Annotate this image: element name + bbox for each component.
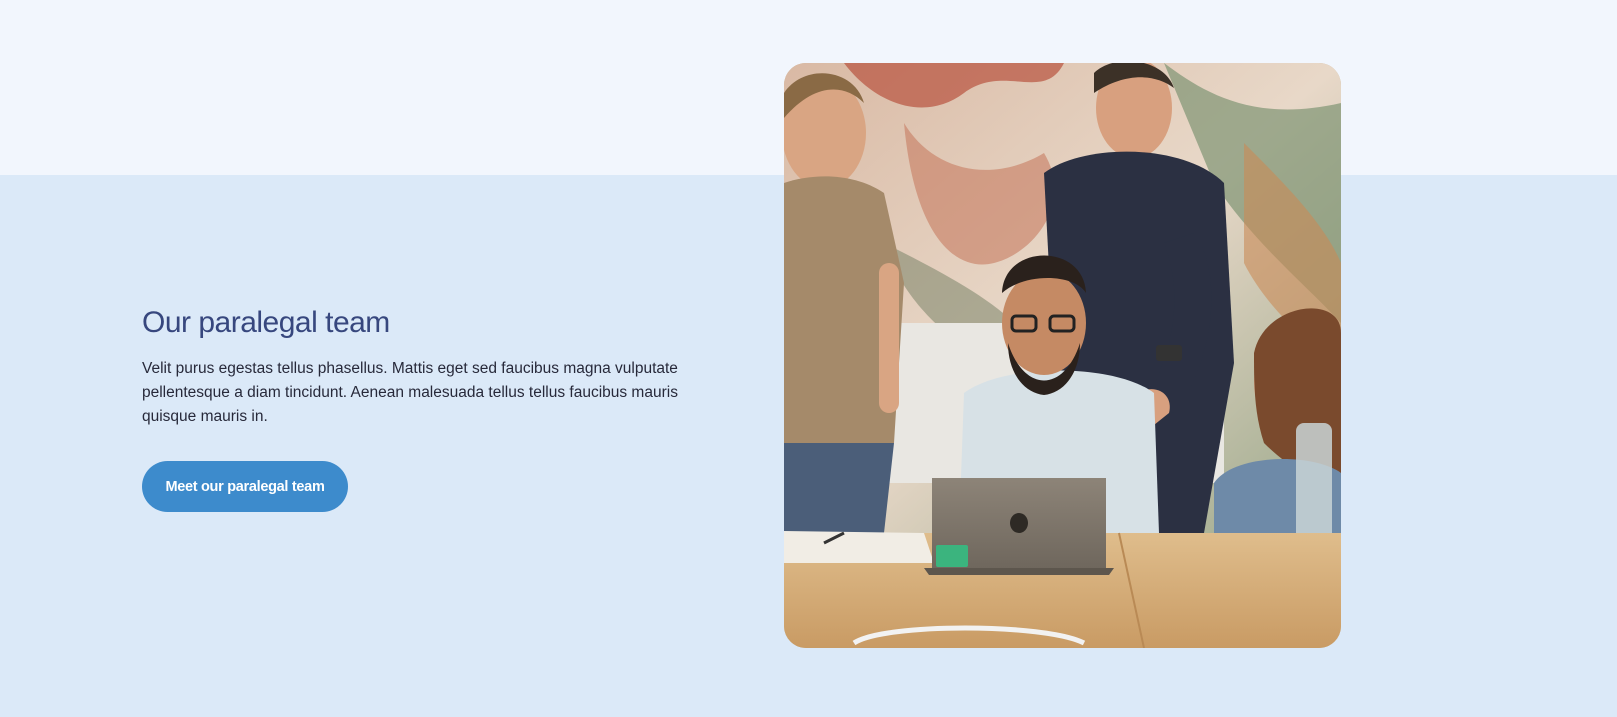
team-photo-illustration <box>784 63 1341 648</box>
meet-team-button[interactable]: Meet our paralegal team <box>142 461 348 512</box>
section-title: Our paralegal team <box>142 306 390 339</box>
team-photo <box>784 63 1341 648</box>
section-description: Velit purus egestas tellus phasellus. Ma… <box>142 360 678 425</box>
paralegal-team-section: Our paralegal team Velit purus egestas t… <box>0 0 1617 717</box>
text-block: Our paralegal team Velit purus egestas t… <box>142 305 702 429</box>
